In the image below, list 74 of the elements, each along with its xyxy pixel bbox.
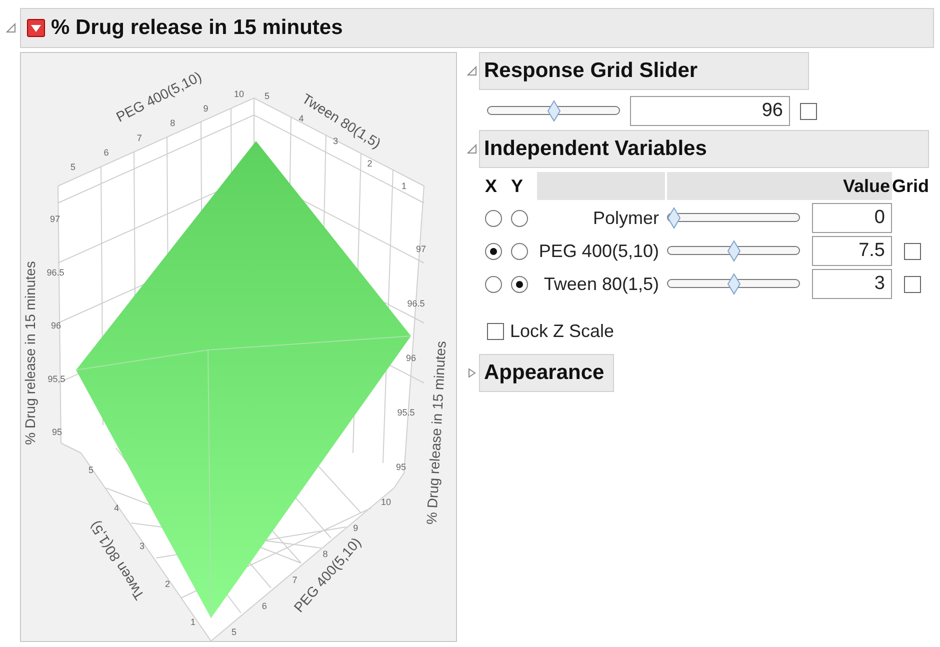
column-header: Y	[511, 174, 524, 198]
tick-label: 96.5	[407, 298, 425, 308]
tick-label: 5	[88, 465, 94, 475]
tick-label: 5	[264, 91, 270, 101]
value-field[interactable]: 3	[812, 269, 892, 299]
tick-label: 2	[367, 158, 372, 168]
tick-label: 8	[170, 118, 176, 128]
column-header: Grid	[892, 174, 930, 198]
tick-label: 1	[402, 181, 406, 191]
y-radio-button[interactable]	[511, 242, 528, 260]
axis-label: % Drug release in 15 minutes	[423, 340, 449, 525]
tick-label: 96	[51, 320, 61, 330]
checkbox-label: Lock Z Scale	[510, 321, 614, 342]
tick-label: 9	[203, 104, 208, 114]
tick-label: 3	[140, 541, 144, 551]
tick-label: 95	[396, 462, 406, 472]
x-radio-button[interactable]	[485, 210, 502, 226]
grid-checkbox[interactable]	[904, 276, 920, 292]
value-field[interactable]: 96	[630, 96, 790, 126]
tick-label: 95.5	[397, 408, 415, 418]
outline-header[interactable]: % Drug release in 15 minutes	[20, 8, 934, 48]
tick-label: 2	[165, 579, 170, 589]
tick-label: 3	[333, 136, 338, 146]
x-radio-button[interactable]	[485, 242, 502, 260]
tick-label: 9	[353, 523, 358, 533]
collapse-triangle-icon[interactable]	[467, 66, 477, 76]
slider-thumb[interactable]	[667, 207, 681, 229]
tick-label: 5	[70, 162, 76, 172]
tick-label: 1	[190, 617, 196, 627]
variable-name: Tween 80(1,5)	[542, 274, 660, 294]
section-header[interactable]: Response Grid Slider	[479, 52, 809, 90]
tick-label: 7	[292, 575, 298, 585]
tick-label: 4	[114, 503, 119, 513]
column-header: Value	[812, 172, 892, 200]
x-radio-button[interactable]	[485, 276, 502, 292]
grid-checkbox[interactable]	[904, 242, 920, 260]
collapse-triangle-icon[interactable]	[6, 23, 16, 33]
caret-icon	[31, 24, 41, 32]
outline-title: % Drug release in 15 minutes	[51, 16, 343, 40]
collapse-triangle-icon[interactable]	[467, 144, 477, 154]
tick-label: 10	[381, 497, 391, 507]
slider-thumb[interactable]	[726, 273, 740, 295]
slider-thumb[interactable]	[546, 100, 560, 122]
tick-label: 6	[262, 601, 267, 611]
column-header: X	[485, 174, 498, 198]
variable-name: Polymer	[592, 208, 660, 228]
y-radio-button[interactable]	[511, 276, 528, 292]
section-header[interactable]: Appearance	[479, 354, 614, 392]
y-radio-button[interactable]	[511, 210, 528, 226]
axis-label: % Drug release in 15 minutes	[22, 261, 38, 445]
expand-triangle-icon[interactable]	[467, 368, 477, 378]
tick-label: 7	[136, 132, 142, 143]
tick-label: 95	[52, 427, 62, 437]
menu-button[interactable]	[27, 19, 45, 37]
grid-checkbox[interactable]	[800, 102, 817, 120]
section-header[interactable]: Independent Variables	[479, 130, 929, 168]
variable-name: PEG 400(5,10)	[538, 240, 660, 262]
slider-thumb[interactable]	[726, 240, 740, 262]
tick-label: 96.5	[46, 267, 64, 278]
slider[interactable]	[667, 273, 800, 295]
slider[interactable]	[667, 207, 800, 229]
tick-label: 95.5	[48, 374, 66, 384]
value-field[interactable]: 7.5	[812, 236, 892, 266]
tick-label: 6	[104, 147, 109, 158]
tick-label: 10	[234, 89, 244, 99]
tick-label: 96	[406, 353, 416, 363]
tick-label: 4	[298, 114, 304, 124]
lock-checkbox[interactable]	[487, 323, 504, 340]
value-field[interactable]: 0	[812, 203, 892, 233]
tick-label: 97	[50, 214, 60, 224]
slider[interactable]	[487, 100, 620, 122]
slider[interactable]	[667, 240, 800, 262]
tick-label: 97	[416, 244, 426, 254]
tick-label: 5	[232, 627, 236, 637]
